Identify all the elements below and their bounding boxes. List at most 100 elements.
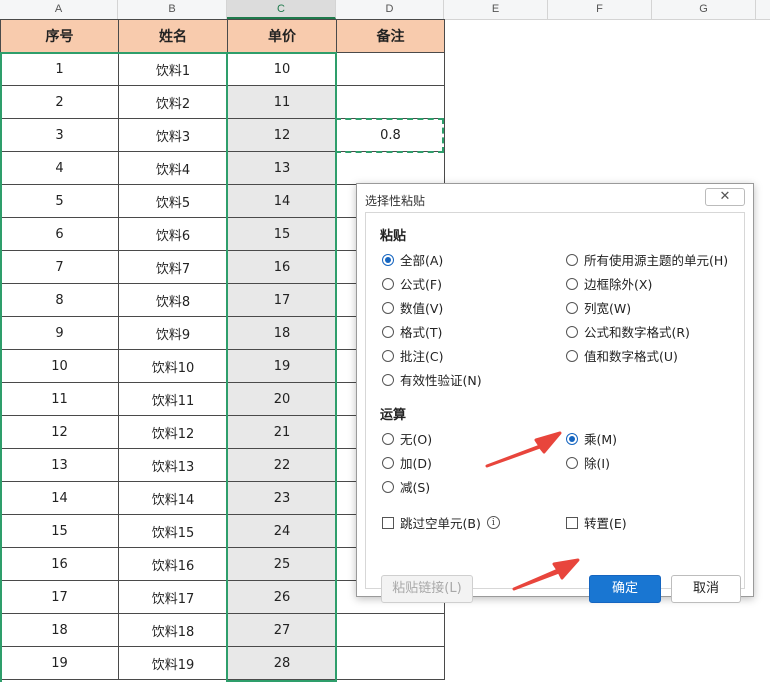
cell-price[interactable]: 28 xyxy=(227,646,337,680)
cell-name[interactable]: 饮料18 xyxy=(118,613,228,647)
cell-price[interactable]: 14 xyxy=(227,184,337,218)
radio-paste-values[interactable]: 数值(V) xyxy=(382,298,443,317)
cell-price[interactable]: 13 xyxy=(227,151,337,185)
radio-paste-validation[interactable]: 有效性验证(N) xyxy=(382,370,482,389)
cell-name[interactable]: 饮料1 xyxy=(118,52,228,86)
cell-name[interactable]: 饮料7 xyxy=(118,250,228,284)
radio-op-divide[interactable]: 除(I) xyxy=(566,453,610,472)
cell-price[interactable]: 24 xyxy=(227,514,337,548)
close-button[interactable]: ✕ xyxy=(705,188,745,206)
cell-note[interactable] xyxy=(336,52,445,86)
radio-paste-except-borders[interactable]: 边框除外(X) xyxy=(566,274,652,293)
cell-index[interactable]: 16 xyxy=(0,547,119,581)
ok-button[interactable]: 确定 xyxy=(589,575,661,603)
cell-index[interactable]: 19 xyxy=(0,646,119,680)
cell-name[interactable]: 饮料2 xyxy=(118,85,228,119)
cell-name[interactable]: 饮料16 xyxy=(118,547,228,581)
cell-index[interactable]: 12 xyxy=(0,415,119,449)
checkbox-transpose[interactable]: 转置(E) xyxy=(566,513,627,532)
header-cell-note[interactable]: 备注 xyxy=(336,19,445,53)
cell-index[interactable]: 7 xyxy=(0,250,119,284)
cell-price[interactable]: 23 xyxy=(227,481,337,515)
cell-name[interactable]: 饮料13 xyxy=(118,448,228,482)
cell-price[interactable]: 26 xyxy=(227,580,337,614)
cell-price[interactable]: 25 xyxy=(227,547,337,581)
cell-name[interactable]: 饮料15 xyxy=(118,514,228,548)
cell-index[interactable]: 6 xyxy=(0,217,119,251)
cell-price[interactable]: 19 xyxy=(227,349,337,383)
column-header-f[interactable]: F xyxy=(548,0,652,19)
radio-paste-formulas[interactable]: 公式(F) xyxy=(382,274,442,293)
radio-paste-all[interactable]: 全部(A) xyxy=(382,250,443,269)
cell-price[interactable]: 12 xyxy=(227,118,337,152)
radio-paste-formulas-numbers[interactable]: 公式和数字格式(R) xyxy=(566,322,690,341)
cell-index[interactable]: 15 xyxy=(0,514,119,548)
header-cell-name[interactable]: 姓名 xyxy=(118,19,228,53)
cell-name[interactable]: 饮料11 xyxy=(118,382,228,416)
cell-index[interactable]: 4 xyxy=(0,151,119,185)
radio-op-add[interactable]: 加(D) xyxy=(382,453,432,472)
cell-index[interactable]: 17 xyxy=(0,580,119,614)
cell-price[interactable]: 20 xyxy=(227,382,337,416)
cell-index[interactable]: 14 xyxy=(0,481,119,515)
cell-note[interactable] xyxy=(336,646,445,680)
cell-index[interactable]: 13 xyxy=(0,448,119,482)
radio-paste-source-theme[interactable]: 所有使用源主题的单元(H) xyxy=(566,250,728,269)
cell-index[interactable]: 9 xyxy=(0,316,119,350)
cell-index[interactable]: 11 xyxy=(0,382,119,416)
cell-price[interactable]: 27 xyxy=(227,613,337,647)
column-header-e[interactable]: E xyxy=(444,0,548,19)
cell-note[interactable] xyxy=(336,613,445,647)
cell-price[interactable]: 22 xyxy=(227,448,337,482)
radio-op-subtract[interactable]: 减(S) xyxy=(382,477,430,496)
cell-price[interactable]: 15 xyxy=(227,217,337,251)
cell-index[interactable]: 2 xyxy=(0,85,119,119)
cell-name[interactable]: 饮料14 xyxy=(118,481,228,515)
header-cell-index[interactable]: 序号 xyxy=(0,19,119,53)
cell-name[interactable]: 饮料17 xyxy=(118,580,228,614)
option-label: 公式(F) xyxy=(400,277,442,292)
column-header-d[interactable]: D xyxy=(336,0,444,19)
paste-link-button[interactable]: 粘贴链接(L) xyxy=(381,575,473,603)
cell-index[interactable]: 10 xyxy=(0,349,119,383)
cell-name[interactable]: 饮料9 xyxy=(118,316,228,350)
info-icon[interactable]: i xyxy=(486,516,500,529)
column-header-g[interactable]: G xyxy=(652,0,756,19)
cancel-button[interactable]: 取消 xyxy=(671,575,741,603)
cell-name[interactable]: 饮料4 xyxy=(118,151,228,185)
cell-name[interactable]: 饮料5 xyxy=(118,184,228,218)
header-row: 序号 姓名 单价 备注 xyxy=(0,19,445,53)
cell-name[interactable]: 饮料3 xyxy=(118,118,228,152)
cell-price[interactable]: 18 xyxy=(227,316,337,350)
cell-note[interactable]: 0.8 xyxy=(336,118,445,152)
header-cell-price[interactable]: 单价 xyxy=(227,19,337,53)
radio-paste-values-numbers[interactable]: 值和数字格式(U) xyxy=(566,346,678,365)
cell-price[interactable]: 17 xyxy=(227,283,337,317)
cell-name[interactable]: 饮料10 xyxy=(118,349,228,383)
cell-note[interactable] xyxy=(336,85,445,119)
radio-paste-formats[interactable]: 格式(T) xyxy=(382,322,442,341)
cell-name[interactable]: 饮料12 xyxy=(118,415,228,449)
checkbox-skip-blanks[interactable]: 跳过空单元(B) i xyxy=(382,513,500,532)
cell-note[interactable] xyxy=(336,151,445,185)
radio-paste-comments[interactable]: 批注(C) xyxy=(382,346,443,365)
cell-price[interactable]: 21 xyxy=(227,415,337,449)
cell-name[interactable]: 饮料19 xyxy=(118,646,228,680)
cell-price[interactable]: 10 xyxy=(227,52,337,86)
cell-index[interactable]: 5 xyxy=(0,184,119,218)
cell-index[interactable]: 3 xyxy=(0,118,119,152)
radio-op-none[interactable]: 无(O) xyxy=(382,429,432,448)
cell-index[interactable]: 8 xyxy=(0,283,119,317)
column-header-b[interactable]: B xyxy=(118,0,227,19)
radio-paste-column-widths[interactable]: 列宽(W) xyxy=(566,298,631,317)
column-header-a[interactable]: A xyxy=(0,0,118,19)
radio-icon xyxy=(382,456,394,469)
radio-op-multiply[interactable]: 乘(M) xyxy=(566,429,617,448)
cell-name[interactable]: 饮料6 xyxy=(118,217,228,251)
cell-name[interactable]: 饮料8 xyxy=(118,283,228,317)
column-header-c[interactable]: C xyxy=(227,0,336,19)
cell-price[interactable]: 11 xyxy=(227,85,337,119)
cell-price[interactable]: 16 xyxy=(227,250,337,284)
cell-index[interactable]: 1 xyxy=(0,52,119,86)
cell-index[interactable]: 18 xyxy=(0,613,119,647)
